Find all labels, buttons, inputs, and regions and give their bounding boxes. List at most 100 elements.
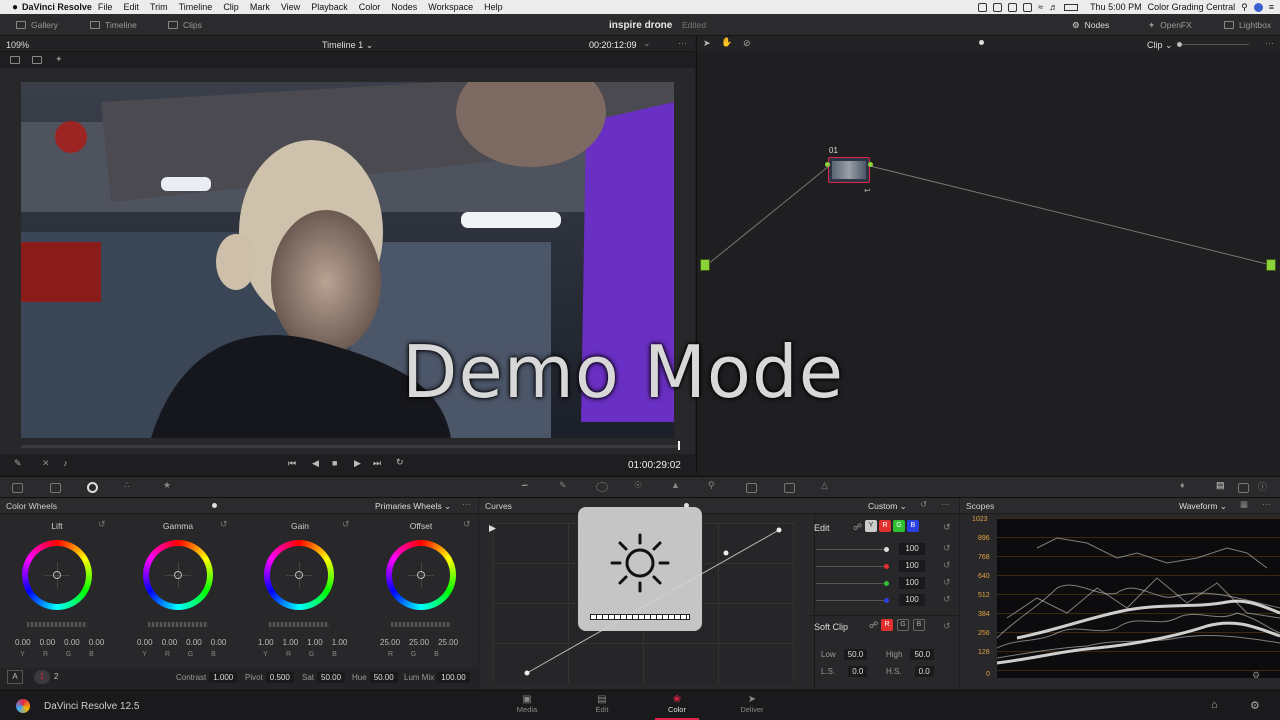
timeline-selector[interactable]: Timeline 1 ⌄ bbox=[322, 40, 373, 51]
curves-mode-selector[interactable]: Custom ⌄ bbox=[868, 501, 907, 512]
status-icon[interactable] bbox=[1023, 2, 1033, 12]
gallery-button[interactable]: Gallery bbox=[16, 14, 58, 36]
menubar-clock[interactable]: Thu 5:00 PM bbox=[1090, 2, 1142, 12]
gain-master-slider[interactable] bbox=[269, 622, 329, 627]
grid-icon[interactable] bbox=[32, 56, 42, 64]
intensity-r-row[interactable]: 100 bbox=[816, 560, 925, 572]
viewer-mode-icon[interactable] bbox=[10, 56, 20, 64]
openfx-button[interactable]: ✦ OpenFX bbox=[1148, 14, 1192, 36]
link-icon[interactable]: ☍ bbox=[853, 522, 862, 533]
soft-clip-high[interactable]: High 50.0 bbox=[886, 649, 935, 660]
page-color[interactable]: ❀ Color bbox=[655, 694, 699, 720]
menu-color[interactable]: Color bbox=[359, 2, 381, 12]
scopes-icon[interactable]: ▤ bbox=[1216, 480, 1225, 491]
pivot-control[interactable]: Pivot 0.500 bbox=[245, 672, 294, 683]
last-frame-button[interactable]: ⏭ bbox=[373, 458, 381, 469]
siri-icon[interactable] bbox=[1253, 2, 1263, 12]
timecode-dropdown-icon[interactable]: ⌄ bbox=[643, 38, 651, 49]
soft-clip-reset-icon[interactable]: ↺ bbox=[943, 621, 951, 632]
scope-options-icon[interactable]: ⋯ bbox=[1262, 499, 1271, 510]
scope-type-selector[interactable]: Waveform ⌄ bbox=[1179, 501, 1227, 512]
source-input-node[interactable] bbox=[700, 259, 710, 271]
gamma-master-slider[interactable] bbox=[148, 622, 208, 627]
page-deliver[interactable]: ➤ Deliver bbox=[737, 694, 767, 714]
battery-icon[interactable] bbox=[1064, 3, 1079, 11]
reset-b-icon[interactable]: ↺ bbox=[943, 594, 951, 605]
lift-wheel[interactable] bbox=[22, 540, 92, 610]
nodes-button[interactable]: ⚙ Nodes bbox=[1072, 14, 1109, 36]
window-icon[interactable] bbox=[596, 482, 608, 492]
picker-tool-icon[interactable]: ✎ bbox=[14, 458, 22, 469]
node-01[interactable] bbox=[828, 157, 870, 183]
blur-icon[interactable]: ▲ bbox=[671, 480, 680, 490]
wand-icon[interactable]: ✦ bbox=[55, 54, 63, 65]
sat-control[interactable]: Sat 50.00 bbox=[302, 672, 346, 683]
key-icon[interactable]: ⚲ bbox=[708, 480, 715, 491]
lift-values[interactable]: 0.00 0.00 0.00 0.00 bbox=[15, 638, 104, 647]
menu-timeline[interactable]: Timeline bbox=[179, 2, 213, 12]
lift-master-slider[interactable] bbox=[27, 622, 87, 627]
edit-reset-icon[interactable]: ↺ bbox=[943, 522, 951, 533]
gain-wheel[interactable] bbox=[264, 540, 334, 610]
settings-icon[interactable]: ⚙ bbox=[1250, 699, 1260, 712]
lum-mix-control[interactable]: Lum Mix 100.00 bbox=[404, 672, 470, 683]
audio-icon[interactable]: ♪ bbox=[63, 458, 68, 468]
camera-raw-icon[interactable] bbox=[12, 483, 23, 493]
color-match-icon[interactable] bbox=[50, 483, 61, 493]
app-menu[interactable]: DaVinci Resolve bbox=[22, 2, 92, 12]
node-output-dot[interactable] bbox=[868, 162, 873, 167]
spotlight-icon[interactable]: ⚲ bbox=[1241, 2, 1248, 13]
reset-lift-icon[interactable]: ↺ bbox=[98, 519, 106, 530]
3d-icon[interactable] bbox=[784, 483, 795, 493]
soft-clip-hs[interactable]: H.S. 0.0 bbox=[886, 666, 934, 677]
scope-settings-icon[interactable]: ⚙ bbox=[1252, 670, 1260, 681]
tracker-icon[interactable]: ☉ bbox=[634, 480, 642, 491]
channel-g-button[interactable]: G bbox=[893, 520, 905, 532]
viewer-scrubber[interactable] bbox=[21, 441, 680, 450]
menu-edit[interactable]: Edit bbox=[123, 2, 139, 12]
waveform-display[interactable] bbox=[996, 518, 1280, 678]
contrast-control[interactable]: Contrast 1.000 bbox=[176, 672, 238, 683]
status-icon[interactable] bbox=[1008, 2, 1018, 12]
intensity-y-row[interactable]: 100 bbox=[816, 543, 925, 555]
intensity-b-row[interactable]: 100 bbox=[816, 594, 925, 606]
menu-workspace[interactable]: Workspace bbox=[428, 2, 473, 12]
zoom-level[interactable]: 109% bbox=[6, 40, 29, 50]
intensity-g-row[interactable]: 100 bbox=[816, 577, 925, 589]
soft-clip-b[interactable]: B bbox=[913, 619, 925, 631]
reset-gain-icon[interactable]: ↺ bbox=[342, 519, 350, 530]
page-a-button[interactable]: A bbox=[7, 670, 23, 684]
info-icon[interactable] bbox=[1238, 483, 1249, 493]
playhead[interactable] bbox=[678, 441, 680, 450]
volume-icon[interactable]: ♬ bbox=[1049, 2, 1058, 12]
offset-values[interactable]: 25.00 25.00 25.00 bbox=[380, 638, 458, 647]
menu-clip[interactable]: Clip bbox=[223, 2, 239, 12]
reset-gamma-icon[interactable]: ↺ bbox=[220, 519, 228, 530]
curves-icon[interactable]: ∽ bbox=[521, 480, 529, 491]
menu-file[interactable]: File bbox=[98, 2, 113, 12]
gamma-wheel[interactable] bbox=[143, 540, 213, 610]
menu-help[interactable]: Help bbox=[484, 2, 503, 12]
sizing-icon[interactable] bbox=[746, 483, 757, 493]
status-icon[interactable] bbox=[978, 2, 988, 12]
wifi-icon[interactable]: ≈ bbox=[1038, 2, 1043, 12]
soft-clip-r[interactable]: R bbox=[881, 619, 893, 631]
apple-icon[interactable]: ● bbox=[12, 2, 18, 13]
timeline-button[interactable]: Timeline bbox=[90, 14, 137, 36]
stop-button[interactable]: ■ bbox=[332, 458, 337, 468]
hue-control[interactable]: Hue 50.00 bbox=[352, 672, 398, 683]
menu-nodes[interactable]: Nodes bbox=[391, 2, 417, 12]
menubar-user[interactable]: Color Grading Central bbox=[1148, 2, 1236, 12]
status-icon[interactable] bbox=[993, 2, 1003, 12]
soft-clip-link-icon[interactable]: ☍ bbox=[869, 620, 878, 631]
gain-values[interactable]: 1.00 1.00 1.00 1.00 bbox=[258, 638, 347, 647]
viewer-options-icon[interactable]: ⋯ bbox=[678, 38, 687, 49]
node-input-dot[interactable] bbox=[825, 162, 830, 167]
color-wheels-icon[interactable] bbox=[87, 482, 98, 493]
play-reverse-button[interactable]: ◀ bbox=[312, 458, 319, 469]
output-node[interactable] bbox=[1266, 259, 1276, 271]
channel-b-button[interactable]: B bbox=[907, 520, 919, 532]
home-icon[interactable]: ⌂ bbox=[1211, 699, 1218, 711]
page-2-button[interactable]: 2 bbox=[54, 672, 58, 681]
soft-clip-ls[interactable]: L.S. 0.0 bbox=[821, 666, 868, 677]
